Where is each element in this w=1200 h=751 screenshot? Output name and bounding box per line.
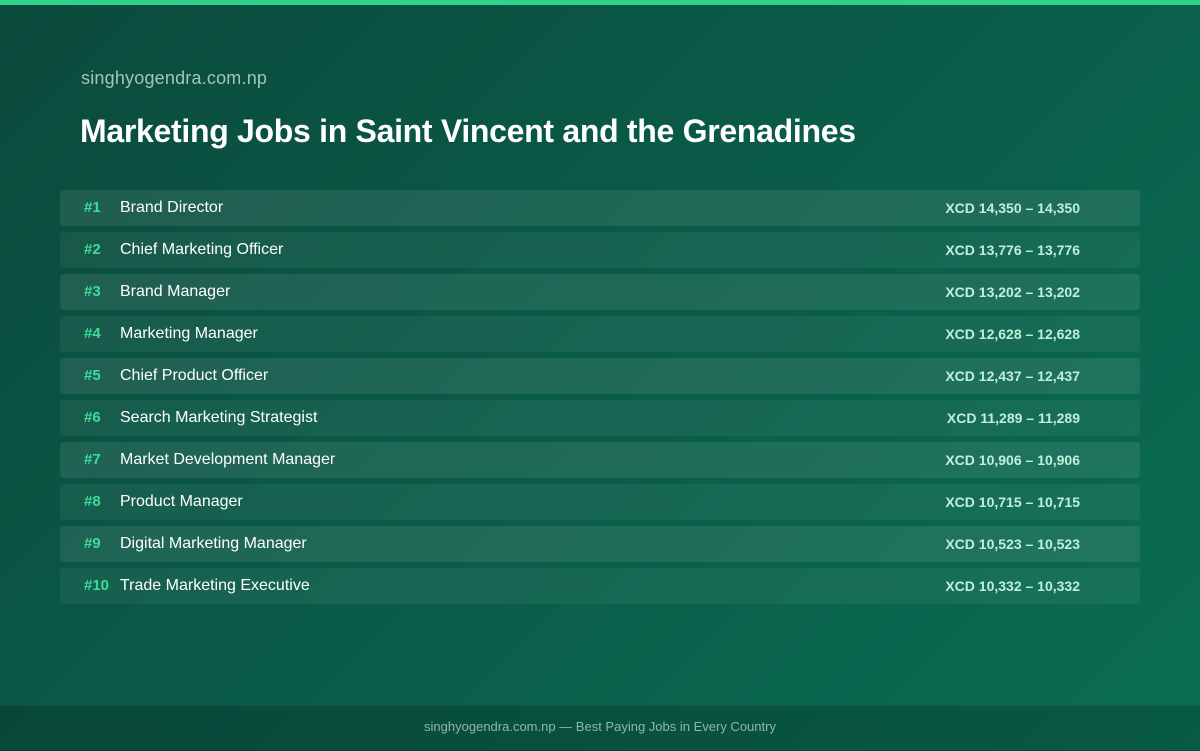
job-title: Brand Manager	[120, 283, 231, 300]
page-title: Marketing Jobs in Saint Vincent and the …	[80, 113, 856, 149]
job-title: Search Marketing Strategist	[120, 409, 318, 426]
salary-range: XCD 10,715 – 10,715	[945, 494, 1080, 510]
list-item: #3 Brand Manager XCD 13,202 – 13,202	[60, 274, 1140, 310]
job-title: Product Manager	[120, 493, 243, 510]
jobs-list: #1 Brand Director XCD 14,350 – 14,350 #2…	[60, 190, 1140, 610]
salary-range: XCD 10,906 – 10,906	[945, 452, 1080, 468]
list-item: #7 Market Development Manager XCD 10,906…	[60, 442, 1140, 478]
list-item: #6 Search Marketing Strategist XCD 11,28…	[60, 400, 1140, 436]
rank-label: #7	[84, 451, 101, 468]
job-title: Brand Director	[120, 199, 224, 216]
list-item: #5 Chief Product Officer XCD 12,437 – 12…	[60, 358, 1140, 394]
list-item: #4 Marketing Manager XCD 12,628 – 12,628	[60, 316, 1140, 352]
rank-label: #3	[84, 283, 101, 300]
salary-range: XCD 13,202 – 13,202	[945, 284, 1080, 300]
rank-label: #4	[84, 325, 101, 342]
rank-label: #2	[84, 241, 101, 258]
rank-label: #10	[84, 577, 110, 594]
site-label: singhyogendra.com.np	[81, 68, 268, 88]
job-title: Market Development Manager	[120, 451, 336, 468]
salary-range: XCD 12,628 – 12,628	[945, 326, 1080, 342]
rank-label: #6	[84, 409, 101, 426]
rank-label: #1	[84, 199, 101, 216]
list-item: #1 Brand Director XCD 14,350 – 14,350	[60, 190, 1140, 226]
rank-label: #9	[84, 535, 101, 552]
rank-label: #5	[84, 367, 101, 384]
job-title: Chief Product Officer	[120, 367, 269, 384]
footer-text: singhyogendra.com.np — Best Paying Jobs …	[0, 705, 1200, 751]
list-item: #9 Digital Marketing Manager XCD 10,523 …	[60, 526, 1140, 562]
rank-label: #8	[84, 493, 101, 510]
job-title: Marketing Manager	[120, 325, 258, 342]
salary-range: XCD 13,776 – 13,776	[945, 242, 1080, 258]
salary-range: XCD 10,332 – 10,332	[945, 578, 1080, 594]
list-item: #10 Trade Marketing Executive XCD 10,332…	[60, 568, 1140, 604]
job-title: Digital Marketing Manager	[120, 535, 307, 552]
job-title: Chief Marketing Officer	[120, 241, 284, 258]
list-item: #8 Product Manager XCD 10,715 – 10,715	[60, 484, 1140, 520]
salary-range: XCD 10,523 – 10,523	[945, 536, 1080, 552]
salary-range: XCD 11,289 – 11,289	[946, 410, 1080, 426]
list-item: #2 Chief Marketing Officer XCD 13,776 – …	[60, 232, 1140, 268]
top-accent-bar	[0, 0, 1200, 5]
salary-range: XCD 14,350 – 14,350	[945, 200, 1080, 216]
salary-range: XCD 12,437 – 12,437	[945, 368, 1080, 384]
job-title: Trade Marketing Executive	[120, 577, 310, 594]
